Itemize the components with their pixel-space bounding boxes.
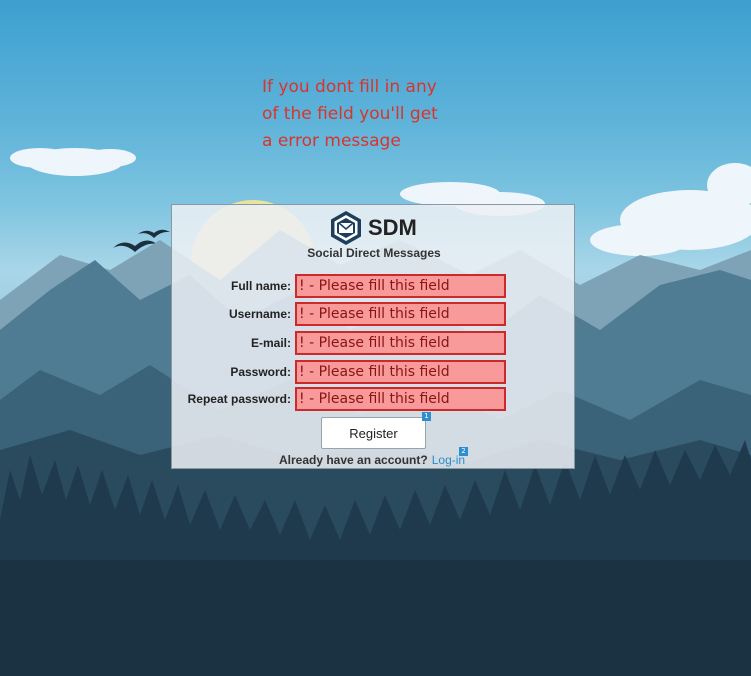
email-label: E-mail: <box>250 336 291 350</box>
password-label: Password: <box>230 365 291 379</box>
account-prompt-text: Already have an account? <box>279 453 428 467</box>
password-input[interactable] <box>295 360 506 384</box>
login-hint-badge: 2 <box>459 447 468 456</box>
register-button[interactable]: Register <box>321 417 426 449</box>
envelope-logo-icon <box>331 211 361 245</box>
app-window: If you dont fill in any of the field you… <box>0 0 751 676</box>
login-prompt: Already have an account? Log-in <box>279 452 465 468</box>
username-row: Username: <box>172 302 576 326</box>
email-input[interactable] <box>295 331 506 355</box>
register-hint-badge: 1 <box>422 412 431 421</box>
password-row: Password: <box>172 360 576 384</box>
full-name-label: Full name: <box>230 279 291 293</box>
annotation-line: a error message <box>262 131 401 151</box>
full-name-input[interactable] <box>295 274 506 298</box>
annotation-line: of the field you'll get <box>262 104 438 124</box>
email-row: E-mail: <box>172 331 576 355</box>
full-name-row: Full name: <box>172 274 576 298</box>
repeat-password-row: Repeat password: <box>172 387 576 411</box>
username-label: Username: <box>228 307 291 321</box>
repeat-password-input[interactable] <box>295 387 506 411</box>
brand-subtitle: Social Direct Messages <box>307 246 441 260</box>
annotation-line: If you dont fill in any <box>262 77 437 97</box>
error-annotation-note: If you dont fill in any of the field you… <box>262 74 482 155</box>
brand-header: SDM <box>328 210 417 246</box>
brand-name: SDM <box>368 215 417 240</box>
username-input[interactable] <box>295 302 506 326</box>
register-panel: SDM Social Direct Messages Full name: Us… <box>171 204 575 469</box>
repeat-password-label: Repeat password: <box>187 392 291 406</box>
